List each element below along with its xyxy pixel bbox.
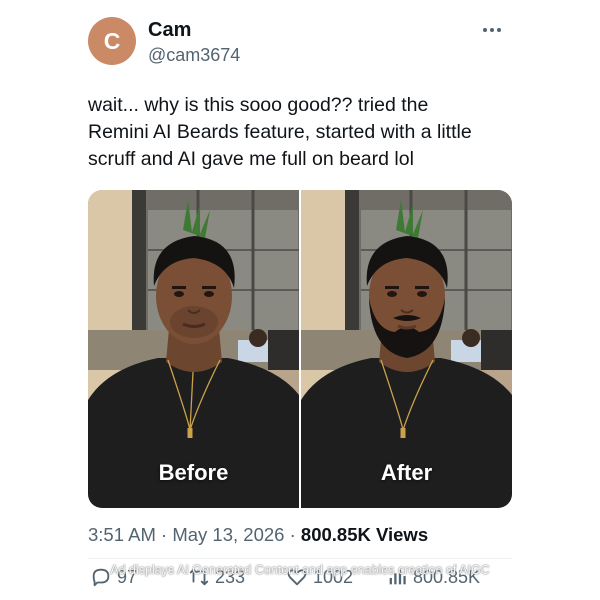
tweet-text-line: Remini AI Beards feature, started with a… bbox=[88, 121, 472, 143]
ai-content-notice: Ad displays AI Generated Content and app… bbox=[110, 563, 490, 577]
more-options-icon[interactable] bbox=[480, 23, 504, 37]
avatar[interactable]: C bbox=[88, 17, 136, 65]
meta-separator: · bbox=[155, 524, 173, 545]
tweet-header: C Cam @cam3674 bbox=[88, 17, 512, 67]
author-name[interactable]: Cam bbox=[148, 19, 191, 42]
tweet-meta: 3:51 AM · May 13, 2026 · 800.85K Views bbox=[88, 524, 428, 546]
after-photo[interactable]: After bbox=[301, 190, 512, 508]
view-count: 800.85K Views bbox=[300, 524, 429, 545]
before-label: Before bbox=[158, 460, 229, 485]
tweet-text-line: scruff and AI gave me full on beard lol bbox=[88, 148, 414, 170]
tweet-time[interactable]: 3:51 AM bbox=[88, 524, 156, 545]
tweet-date[interactable]: May 13, 2026 bbox=[172, 524, 284, 545]
before-photo[interactable]: Before bbox=[88, 190, 299, 508]
author-handle[interactable]: @cam3674 bbox=[148, 45, 240, 66]
tweet-media[interactable]: Before After bbox=[88, 190, 512, 508]
divider bbox=[88, 558, 512, 559]
after-label: After bbox=[380, 460, 433, 485]
tweet-text: wait... why is this sooo good?? tried th… bbox=[88, 92, 512, 173]
meta-separator: · bbox=[284, 524, 301, 545]
tweet-text-line: wait... why is this sooo good?? tried th… bbox=[88, 94, 429, 116]
